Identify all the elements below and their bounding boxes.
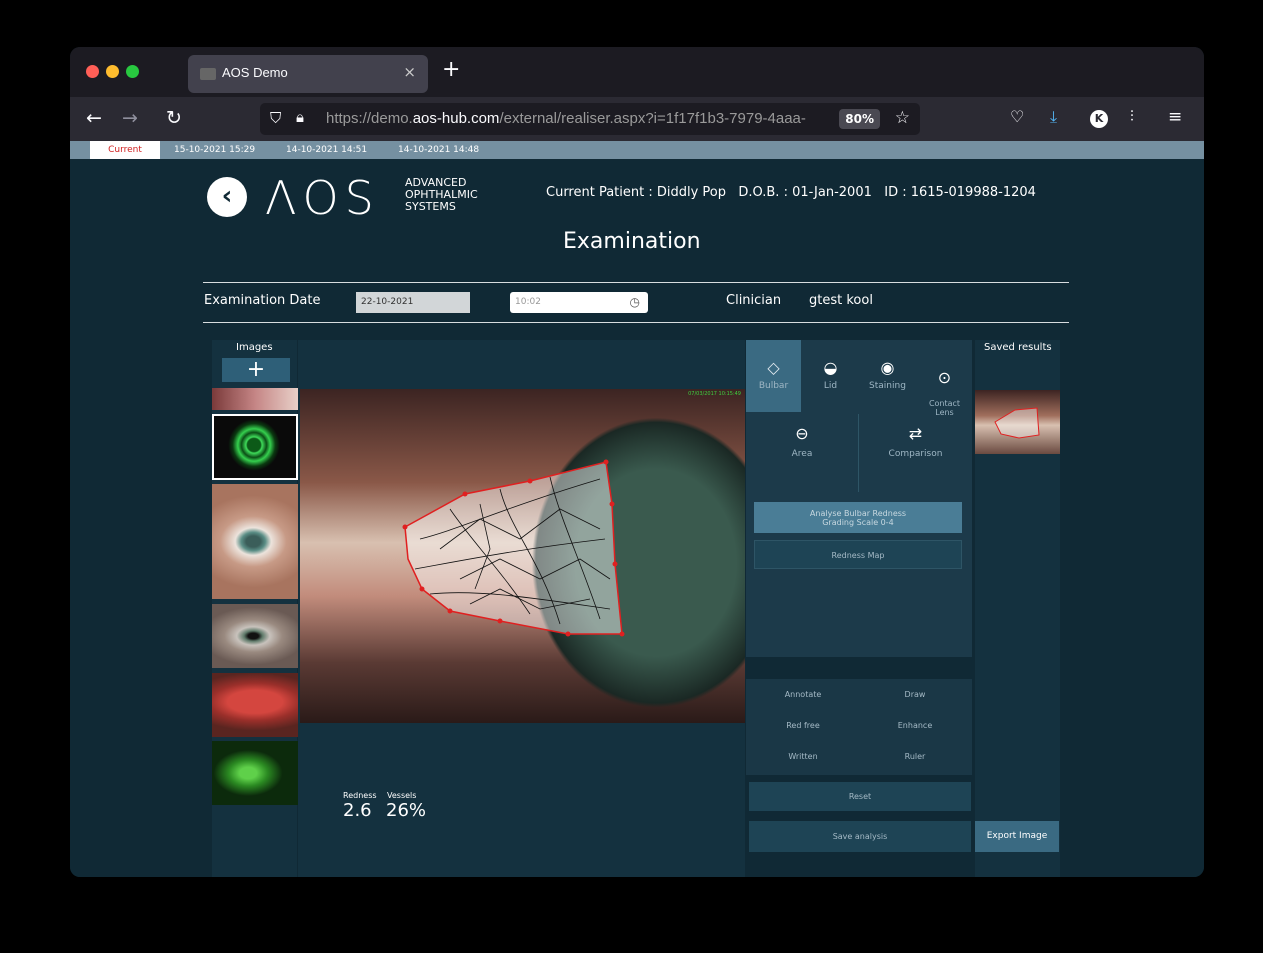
exam-date-label: Examination Date [204, 293, 321, 308]
divider [203, 282, 1069, 283]
enhance-button[interactable]: Enhance [861, 712, 969, 740]
tab-title: AOS Demo [222, 65, 288, 80]
image-timestamp: 07/03/2017 10:15:49 [688, 391, 741, 397]
roi-polygon[interactable] [404, 461, 623, 635]
history-tab[interactable]: 15-10-2021 15:29 [168, 141, 261, 159]
saved-roi-overlay [994, 407, 1040, 439]
images-label: Images [236, 342, 273, 353]
back-arrow-icon[interactable]: ← [86, 107, 102, 129]
lock-icon[interactable]: 🔒︎ [296, 108, 304, 126]
menu-icon[interactable]: ≡ [1168, 107, 1182, 127]
zoom-level[interactable]: 80% [839, 109, 880, 129]
image-thumbnail-selected[interactable] [212, 414, 298, 480]
redness-map-button[interactable]: Redness Map [754, 540, 962, 569]
image-thumbnail[interactable] [212, 741, 298, 805]
pocket-icon[interactable]: ♡ [1010, 107, 1024, 126]
export-image-button[interactable]: Export Image [975, 821, 1059, 852]
redness-label: Redness [343, 791, 377, 800]
save-analysis-button[interactable]: Save analysis [749, 821, 971, 852]
comparison-icon: ⇄ [908, 424, 923, 443]
tab-staining[interactable]: ◉ Staining [860, 340, 915, 412]
history-tab[interactable]: 14-10-2021 14:48 [392, 141, 485, 159]
image-thumbnail[interactable] [212, 604, 298, 668]
divider [203, 322, 1069, 323]
url-text[interactable]: https://demo.aos-hub.com/external/realis… [326, 110, 836, 127]
image-thumbnail[interactable] [212, 388, 298, 410]
staining-icon: ◉ [880, 358, 895, 377]
close-window-button[interactable] [86, 65, 99, 78]
vessels-value: 26% [386, 800, 427, 821]
eye-image: 07/03/2017 10:15:49 [300, 389, 745, 723]
browser-tab[interactable]: AOS Demo × [188, 55, 428, 93]
image-thumbnail[interactable] [212, 484, 298, 599]
minimize-window-button[interactable] [106, 65, 119, 78]
clock-icon[interactable]: ◷ [630, 292, 640, 313]
tab-contact-lens[interactable]: ⊙ Contact Lens [917, 340, 972, 417]
mode-area[interactable]: ⊖ Area [746, 414, 859, 492]
reload-icon[interactable]: ↻ [166, 107, 182, 129]
patient-header: Current Patient : Diddly Pop D.O.B. : 01… [546, 185, 1036, 200]
annotate-button[interactable]: Annotate [749, 681, 857, 709]
history-tab[interactable]: 14-10-2021 14:51 [280, 141, 373, 159]
eye-outline-icon: ◇ [767, 358, 780, 377]
red-free-button[interactable]: Red free [749, 712, 857, 740]
redness-value: 2.6 [343, 800, 372, 821]
shield-icon[interactable]: ⛉ [270, 109, 281, 127]
extensions-icon[interactable]: ⫶ [1130, 107, 1134, 125]
tab-bulbar[interactable]: ◇ Bulbar [746, 340, 801, 412]
clinician-value: gtest kool [809, 293, 873, 308]
browser-navbar: ← → ↻ ⛉ 🔒︎ https://demo.aos-hub.com/exte… [70, 97, 1204, 141]
back-chevron-icon[interactable]: ‹ [207, 177, 247, 217]
reset-button[interactable]: Reset [749, 782, 971, 811]
download-icon[interactable]: ⤓ [1050, 107, 1057, 127]
new-tab-button[interactable]: + [442, 57, 460, 82]
analyse-bulbar-redness-button[interactable]: Analyse Bulbar Redness Grading Scale 0-4 [754, 502, 962, 533]
mode-comparison[interactable]: ⇄ Comparison [859, 414, 972, 492]
saved-result-thumbnail[interactable] [975, 390, 1060, 454]
account-avatar[interactable]: K [1090, 110, 1108, 128]
vessels-label: Vessels [387, 791, 417, 800]
browser-titlebar: AOS Demo × + [70, 47, 1204, 97]
history-tab-current[interactable]: Current [90, 141, 160, 159]
keratoscope-image [228, 419, 280, 471]
bookmark-star-icon[interactable]: ☆ [895, 108, 910, 128]
brand-logo: ΛOS [265, 171, 380, 225]
address-bar[interactable]: ⛉ 🔒︎ https://demo.aos-hub.com/external/r… [260, 103, 920, 135]
draw-button[interactable]: Draw [861, 681, 969, 709]
close-tab-icon[interactable]: × [403, 63, 416, 81]
brand-subtitle: ADVANCED OPHTHALMIC SYSTEMS [405, 176, 478, 213]
page-title: Examination [563, 229, 701, 254]
roi-overlay[interactable] [300, 389, 745, 723]
browser-window: AOS Demo × + ← → ↻ ⛉ 🔒︎ https://demo.aos… [70, 47, 1204, 877]
history-strip: Current 15-10-2021 15:29 14-10-2021 14:5… [70, 141, 1204, 159]
maximize-window-button[interactable] [126, 65, 139, 78]
lid-icon: ◒ [823, 358, 838, 377]
area-icon: ⊖ [795, 424, 809, 443]
contact-lens-icon: ⊙ [937, 368, 952, 387]
saved-results-label: Saved results [984, 342, 1052, 353]
exam-date-field[interactable]: 22-10-2021 [356, 292, 470, 313]
forward-arrow-icon[interactable]: → [122, 107, 138, 129]
exam-time-field[interactable]: 10:02 ◷ [510, 292, 648, 313]
add-image-button[interactable]: + [222, 358, 290, 382]
written-button[interactable]: Written [749, 743, 857, 771]
image-thumbnail[interactable] [212, 673, 298, 737]
favicon-icon [200, 68, 216, 80]
ruler-button[interactable]: Ruler [861, 743, 969, 771]
app-page: ‹ ΛOS ADVANCED OPHTHALMIC SYSTEMS Current … [70, 159, 1204, 877]
clinician-label: Clinician [726, 293, 782, 308]
tab-lid[interactable]: ◒ Lid [803, 340, 858, 412]
